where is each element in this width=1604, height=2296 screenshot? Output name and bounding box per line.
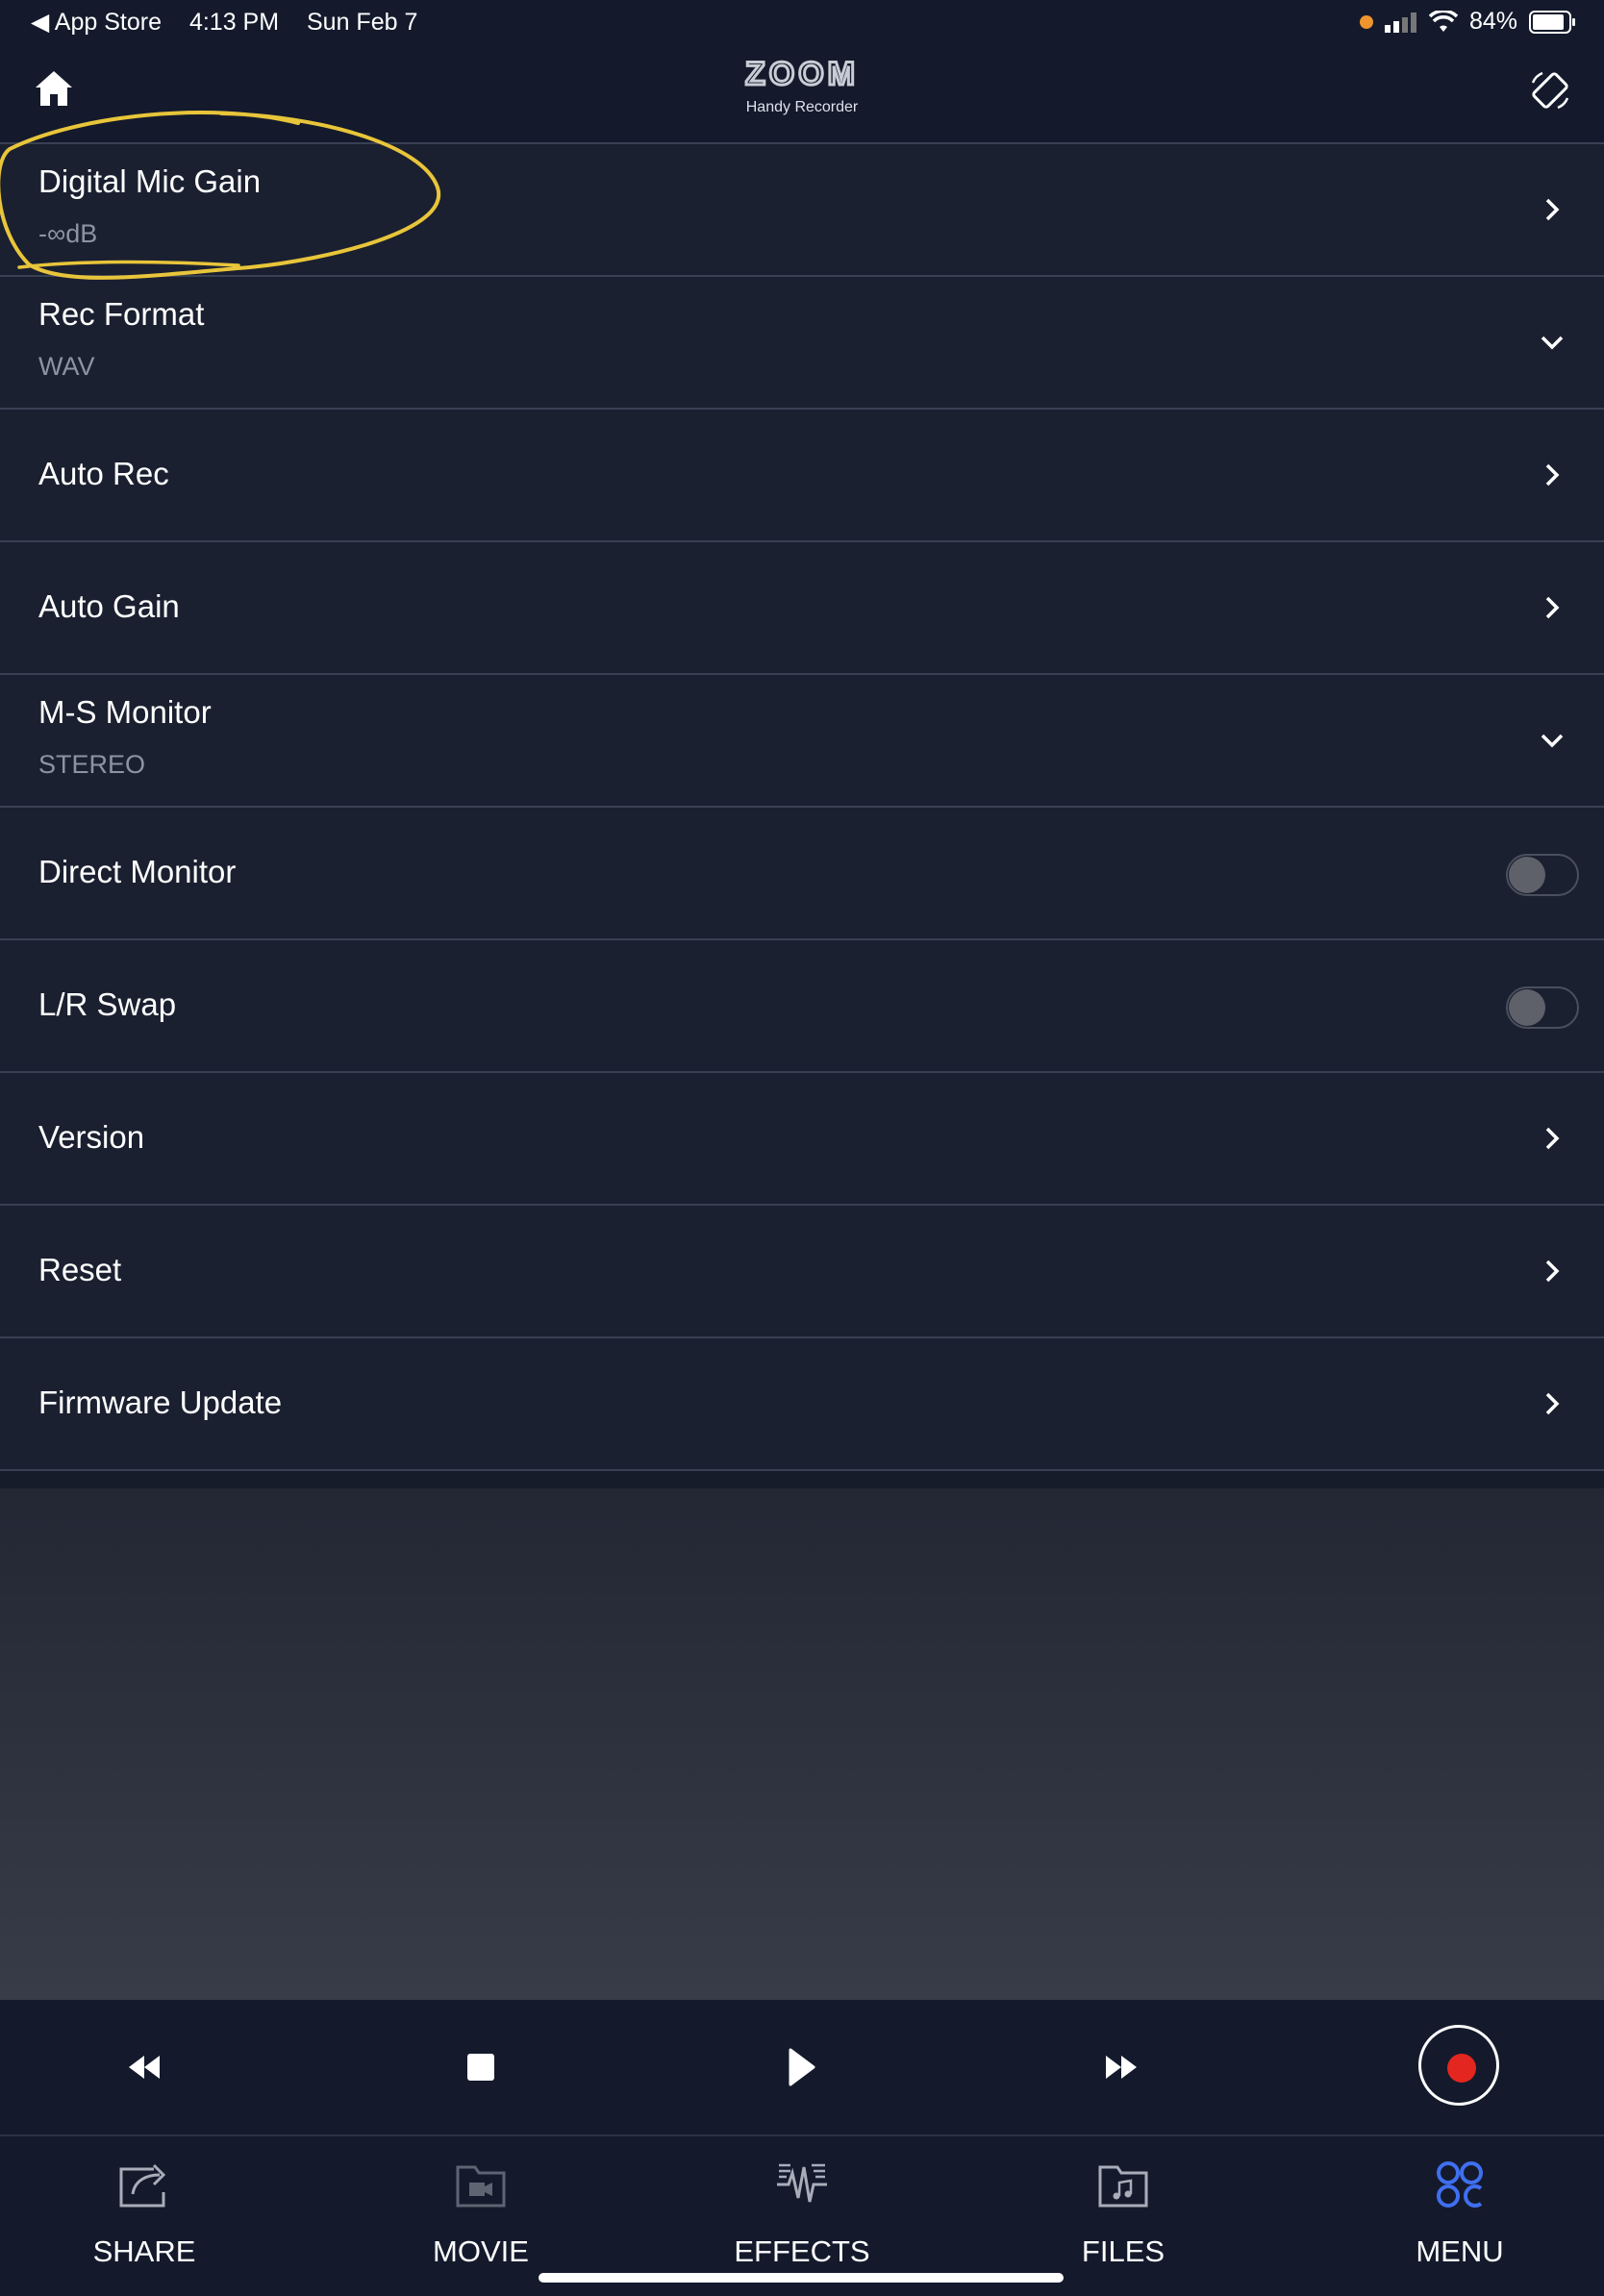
logo-subtitle: Handy Recorder	[745, 99, 859, 115]
stop-icon[interactable]	[458, 2044, 504, 2090]
back-to-app-link[interactable]: ◀ App Store	[31, 9, 162, 36]
wifi-icon	[1428, 10, 1458, 32]
tab-share[interactable]: SHARE	[38, 2156, 250, 2269]
settings-list: Digital Mic Gain -∞dB Rec Format WAV Aut…	[0, 144, 1604, 1471]
chevron-right-icon	[1545, 198, 1560, 221]
logo-text: ZOOM	[745, 58, 859, 90]
tab-label: MOVIE	[433, 2234, 529, 2268]
setting-title: L/R Swap	[38, 986, 177, 1022]
setting-rec-format[interactable]: Rec Format WAV	[0, 277, 1604, 410]
chevron-right-icon	[1545, 1127, 1560, 1150]
setting-value: STEREO	[38, 750, 146, 779]
setting-firmware-update[interactable]: Firmware Update	[0, 1338, 1604, 1471]
setting-direct-monitor: Direct Monitor	[0, 808, 1604, 940]
tab-label: SHARE	[92, 2234, 196, 2268]
chevron-right-icon	[1545, 463, 1560, 487]
setting-title: Rec Format	[38, 296, 205, 332]
setting-title: Digital Mic Gain	[38, 163, 262, 199]
zoom-logo: ZOOM Handy Recorder	[706, 55, 898, 125]
setting-title: Firmware Update	[38, 1385, 283, 1420]
direct-monitor-toggle[interactable]	[1506, 854, 1579, 896]
empty-area	[0, 1488, 1604, 2000]
chevron-right-icon	[1545, 1260, 1560, 1283]
mic-indicator-dot	[1359, 14, 1373, 29]
chevron-down-icon	[1541, 734, 1564, 748]
effects-icon	[777, 2163, 827, 2203]
battery-percent: 84%	[1468, 8, 1517, 35]
status-time: 4:13 PM	[188, 9, 280, 36]
movie-icon	[456, 2165, 506, 2208]
setting-version[interactable]: Version	[0, 1073, 1604, 1206]
tab-movie[interactable]: MOVIE	[375, 2156, 587, 2269]
fast-forward-icon[interactable]	[1098, 2044, 1144, 2090]
tab-label: EFFECTS	[734, 2234, 870, 2268]
setting-title: Reset	[38, 1252, 122, 1287]
record-button[interactable]	[1418, 2025, 1499, 2106]
zoom-logo-mark: ZOOM	[744, 55, 859, 94]
setting-digital-mic-gain[interactable]: Digital Mic Gain -∞dB	[0, 144, 1604, 277]
back-app-label: App Store	[54, 9, 162, 36]
setting-reset[interactable]: Reset	[0, 1206, 1604, 1338]
lr-swap-toggle[interactable]	[1506, 986, 1579, 1029]
setting-title: Direct Monitor	[38, 854, 237, 889]
chevron-down-icon	[1541, 336, 1564, 350]
play-icon[interactable]	[777, 2044, 823, 2090]
rotate-screen-icon[interactable]	[1529, 69, 1571, 112]
setting-title: Auto Gain	[38, 588, 180, 624]
battery-icon	[1529, 10, 1575, 34]
tab-effects[interactable]: EFFECTS	[696, 2156, 908, 2269]
tab-files[interactable]: FILES	[1017, 2156, 1229, 2269]
setting-value: WAV	[38, 352, 95, 381]
status-left: ◀ App Store 4:13 PM Sun Feb 7	[31, 8, 439, 37]
share-icon	[119, 2163, 166, 2208]
tab-menu[interactable]: MENU	[1354, 2156, 1566, 2269]
setting-auto-rec[interactable]: Auto Rec	[0, 410, 1604, 542]
setting-lr-swap: L/R Swap	[0, 940, 1604, 1073]
chevron-right-icon	[1545, 1392, 1560, 1415]
setting-title: M-S Monitor	[38, 694, 212, 730]
rewind-icon[interactable]	[121, 2044, 167, 2090]
app-header: ZOOM Handy Recorder	[0, 48, 1604, 144]
status-right: 84%	[1359, 8, 1577, 36]
transport-bar	[0, 2000, 1604, 2136]
tab-label: MENU	[1416, 2234, 1504, 2268]
status-date: Sun Feb 7	[307, 9, 418, 36]
setting-auto-gain[interactable]: Auto Gain	[0, 542, 1604, 675]
setting-title: Version	[38, 1119, 145, 1155]
home-indicator	[539, 2273, 1064, 2283]
signal-icon	[1384, 12, 1416, 33]
tab-label: FILES	[1081, 2234, 1165, 2268]
setting-title: Auto Rec	[38, 456, 169, 491]
menu-grid-icon	[1437, 2161, 1483, 2208]
chevron-right-icon	[1545, 596, 1560, 619]
files-icon	[1098, 2165, 1148, 2208]
toggle-knob	[1509, 857, 1545, 893]
home-icon[interactable]	[33, 67, 75, 110]
status-bar: ◀ App Store 4:13 PM Sun Feb 7 84%	[0, 0, 1604, 48]
setting-value: -∞dB	[38, 219, 98, 248]
toggle-knob	[1509, 989, 1545, 1026]
setting-ms-monitor[interactable]: M-S Monitor STEREO	[0, 675, 1604, 808]
record-icon	[1447, 2054, 1476, 2083]
